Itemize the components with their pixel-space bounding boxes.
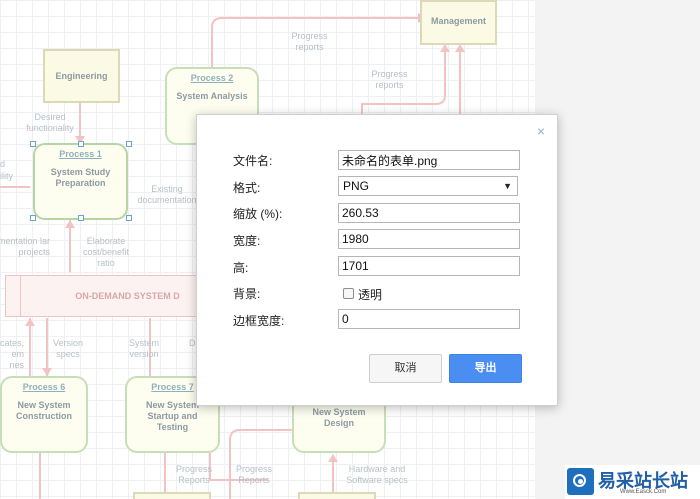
close-icon[interactable]: × [537,123,545,139]
transparent-label: 透明 [358,288,383,302]
flow-label: Desired functionality [26,112,74,133]
flow-label: Progress Reports [235,464,272,485]
export-dialog: × 文件名: 格式: PNG ▼ 缩放 (%): 宽度: 高: 背景: 透明 边… [196,114,558,406]
flow-label: Progress Reports [175,464,212,485]
selection-handle[interactable] [78,215,84,221]
arrow-head [65,220,75,228]
right-panel [535,0,700,499]
flow-label: Progress reports [371,69,408,90]
flow-label: D [189,338,196,348]
flow-label: System version [128,338,159,359]
management-entity[interactable]: Management [420,0,497,45]
dropdown-arrow-icon: ▼ [503,181,512,191]
site-logo-icon [567,468,594,495]
width-label: 宽度: [233,234,261,248]
arrow-head [328,454,338,462]
border-width-input[interactable] [338,309,520,329]
flow-label: d [0,159,6,169]
flow-label: Elaborate cost/benefit ratio [82,236,130,268]
watermark: 易采站长站 Www.Easck.Com [565,465,700,499]
datastore-divider [20,276,21,316]
process-6[interactable]: Process 6 New System Construction [0,376,88,453]
arrow-head [25,318,35,326]
selection-handle[interactable] [78,141,84,147]
cancel-button[interactable]: 取消 [369,354,442,383]
flow-label: cates, em nes [0,338,24,370]
selection-handle[interactable] [126,141,132,147]
format-label: 格式: [233,181,261,195]
selection-handle[interactable] [30,141,36,147]
bottom-entity-1[interactable] [133,492,211,499]
flow-label: ility [0,171,13,181]
export-button[interactable]: 导出 [449,354,522,383]
width-input[interactable] [338,229,520,249]
zoom-label: 缩放 (%): [233,207,283,221]
flow-label: mentation lar projects [0,236,50,257]
engineering-entity[interactable]: Engineering [43,49,120,103]
watermark-subtitle: Www.Easck.Com [620,489,667,495]
border-width-label: 边框宽度: [233,314,285,328]
background-label: 背景: [233,287,261,301]
filename-input[interactable] [338,150,520,170]
zoom-input[interactable] [338,203,520,223]
process-8-name: New System Design [312,407,366,428]
bottom-entity-2[interactable] [298,492,376,499]
process-1-title: Process 1 [59,149,102,159]
management-label: Management [430,16,486,26]
flow-label: Hardware and Software specs [346,464,408,485]
process-2-name: System Analysis [176,91,248,101]
process-1[interactable]: Process 1 System Study Preparation [33,143,128,220]
flow-label: Progress reports [291,31,328,52]
process-2-title: Process 2 [190,73,234,83]
process-1-name: System Study Preparation [50,167,111,188]
process-6-name: New System Construction [16,400,72,421]
filename-label: 文件名: [233,154,273,168]
engineering-label: Engineering [55,71,108,81]
on-demand-datastore[interactable]: ON-DEMAND SYSTEM D [5,275,210,317]
height-input[interactable] [338,256,520,276]
flow-label: Version specs [52,338,84,359]
format-select[interactable]: PNG ▼ [338,176,518,196]
height-label: 高: [233,261,249,275]
selection-handle[interactable] [30,215,36,221]
process-6-title: Process 6 [22,382,66,392]
transparent-checkbox[interactable] [343,288,354,299]
arrow-head [440,44,450,52]
arrow-head [42,368,52,376]
format-value: PNG [343,179,370,193]
flow-label: Existing documentation [137,184,197,205]
datastore-label: ON-DEMAND SYSTEM D [75,291,180,301]
arrow-head [455,44,465,52]
selection-handle[interactable] [126,215,132,221]
